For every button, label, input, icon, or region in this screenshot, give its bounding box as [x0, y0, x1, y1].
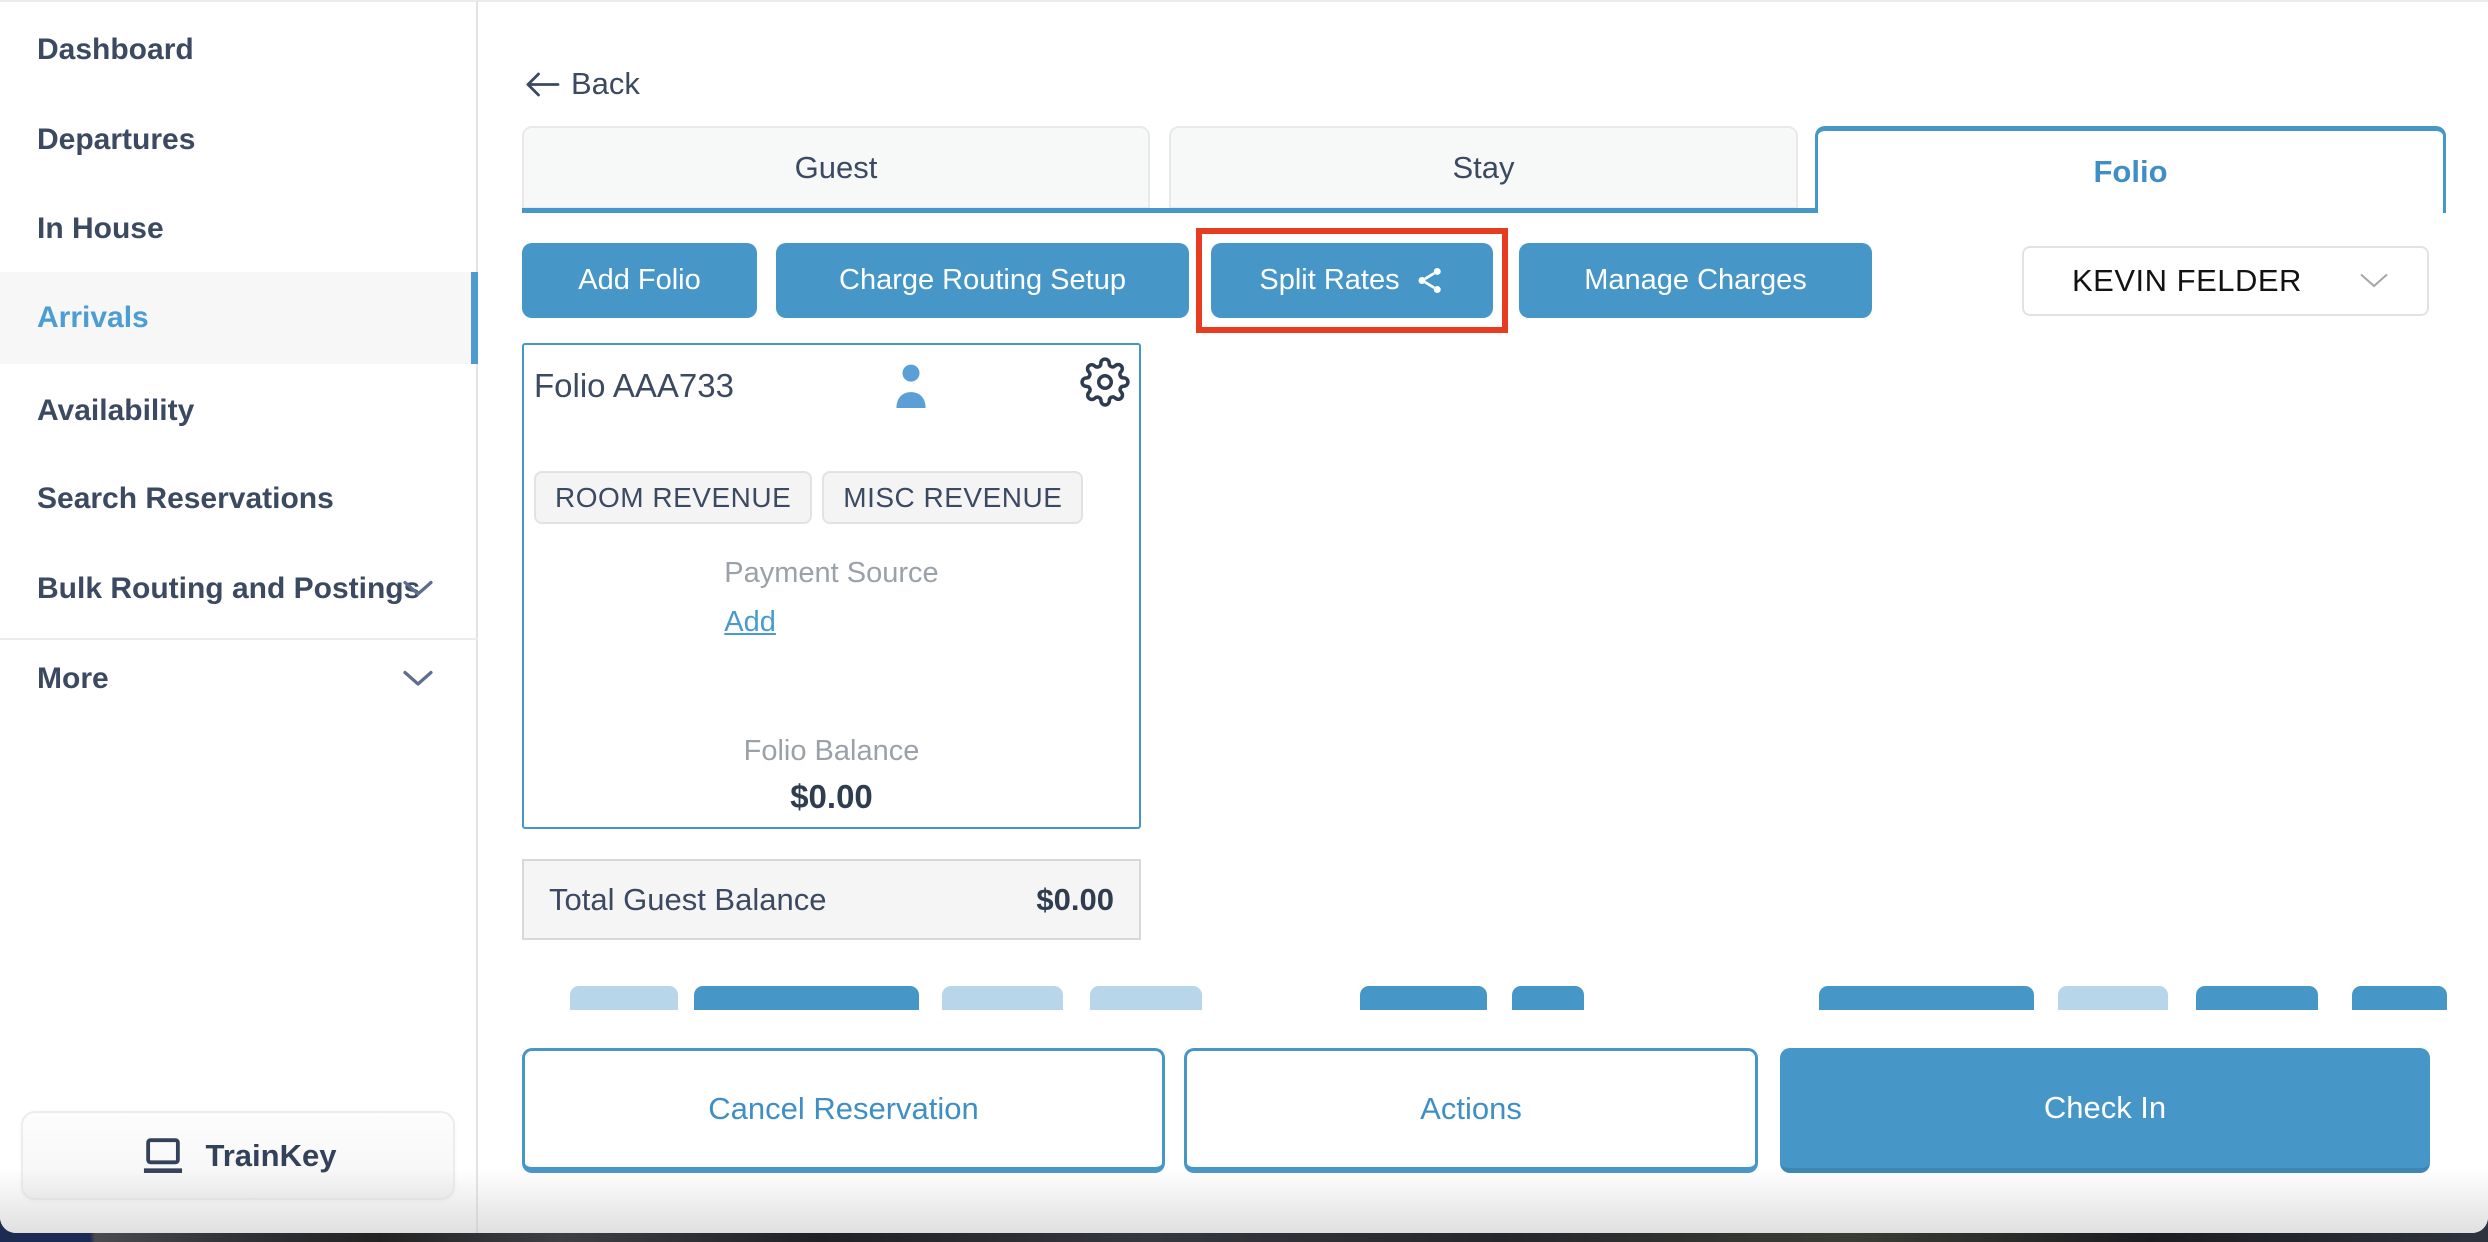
charge-routing-setup-button[interactable]: Charge Routing Setup: [776, 243, 1189, 318]
sidebar-item-availability[interactable]: Availability: [0, 391, 478, 431]
reservation-action-bar: Cancel Reservation Actions Check In: [478, 1048, 2488, 1173]
folio-balance-label: Folio Balance: [524, 735, 1139, 768]
revenue-chip-row: ROOM REVENUE MISC REVENUE: [534, 471, 1083, 524]
chevron-down-icon: [403, 671, 433, 688]
sidebar-item-search-reservations[interactable]: Search Reservations: [0, 479, 478, 519]
split-rates-button[interactable]: Split Rates: [1211, 243, 1493, 318]
split-rates-label: Split Rates: [1259, 264, 1399, 297]
clipped-button-top: [1512, 986, 1584, 1010]
guest-selector-dropdown[interactable]: KEVIN FELDER: [2022, 246, 2429, 316]
total-guest-balance-value: $0.00: [1036, 882, 1114, 918]
tab-bar: Guest Stay Folio: [522, 126, 2446, 213]
manage-charges-button[interactable]: Manage Charges: [1519, 243, 1872, 318]
clipped-button-top: [694, 986, 919, 1010]
clipped-button-top: [2196, 986, 2318, 1010]
chevron-down-icon: [2359, 273, 2389, 290]
folio-balance-block: Folio Balance $0.00: [524, 735, 1139, 816]
check-in-button[interactable]: Check In: [1780, 1048, 2430, 1173]
room-revenue-chip: ROOM REVENUE: [534, 471, 812, 524]
trainkey-button[interactable]: TrainKey: [21, 1111, 455, 1200]
clipped-button-row: [522, 986, 2446, 1010]
clipped-button-top: [1360, 986, 1487, 1010]
add-folio-button[interactable]: Add Folio: [522, 243, 757, 318]
sidebar-item-label: More: [37, 662, 109, 695]
clipped-button-top: [1090, 986, 1202, 1010]
sidebar-item-arrivals[interactable]: Arrivals: [0, 272, 478, 364]
add-payment-source-link[interactable]: Add: [724, 606, 776, 639]
tab-guest[interactable]: Guest: [522, 126, 1150, 209]
guest-selector-value: KEVIN FELDER: [2072, 263, 2302, 299]
actions-button[interactable]: Actions: [1184, 1048, 1758, 1173]
back-button[interactable]: Back: [524, 66, 640, 102]
back-label: Back: [571, 66, 640, 102]
clipped-button-top: [942, 986, 1063, 1010]
folio-balance-value: $0.00: [524, 778, 1139, 816]
folio-toolbar: Add Folio Charge Routing Setup Split Rat…: [522, 243, 2446, 318]
chevron-down-icon: [403, 581, 433, 598]
total-guest-balance-bar: Total Guest Balance $0.00: [522, 859, 1141, 940]
main-content: Back Guest Stay Folio Add Folio Charge R…: [478, 2, 2488, 1233]
sidebar-item-in-house[interactable]: In House: [0, 209, 478, 249]
clipped-button-top: [1819, 986, 2034, 1010]
payment-source-label: Payment Source: [724, 557, 938, 590]
folio-card-title: Folio AAA733: [534, 367, 734, 405]
sidebar: Dashboard Departures In House Arrivals A…: [0, 2, 478, 1233]
arrow-left-icon: [524, 70, 561, 99]
cancel-reservation-button[interactable]: Cancel Reservation: [522, 1048, 1165, 1173]
sidebar-item-bulk-routing-and-postings[interactable]: Bulk Routing and Postings: [0, 569, 478, 609]
tab-underline: [522, 208, 1818, 213]
person-icon[interactable]: [892, 359, 930, 411]
clipped-button-top: [2352, 986, 2447, 1010]
gear-icon[interactable]: [1080, 357, 1130, 407]
sidebar-item-dashboard[interactable]: Dashboard: [0, 30, 478, 70]
sidebar-divider: [0, 638, 478, 640]
sidebar-item-departures[interactable]: Departures: [0, 120, 478, 160]
app-window: Dashboard Departures In House Arrivals A…: [0, 0, 2488, 1233]
clipped-button-top: [2058, 986, 2168, 1010]
trainkey-label: TrainKey: [206, 1138, 337, 1174]
split-rates-highlight-box: Split Rates: [1196, 228, 1508, 333]
payment-source-block: Payment Source Add: [524, 557, 1139, 639]
clipped-button-top: [570, 986, 678, 1010]
total-guest-balance-label: Total Guest Balance: [549, 882, 826, 918]
sidebar-item-label: Bulk Routing and Postings: [37, 572, 420, 605]
misc-revenue-chip: MISC REVENUE: [822, 471, 1083, 524]
tab-stay[interactable]: Stay: [1169, 126, 1798, 209]
share-icon: [1414, 265, 1445, 296]
sidebar-item-more[interactable]: More: [0, 659, 478, 699]
tab-folio[interactable]: Folio: [1815, 126, 2446, 213]
laptop-icon: [140, 1136, 186, 1176]
folio-card: Folio AAA733 ROOM REVENUE MISC REVENUE: [522, 343, 1141, 829]
